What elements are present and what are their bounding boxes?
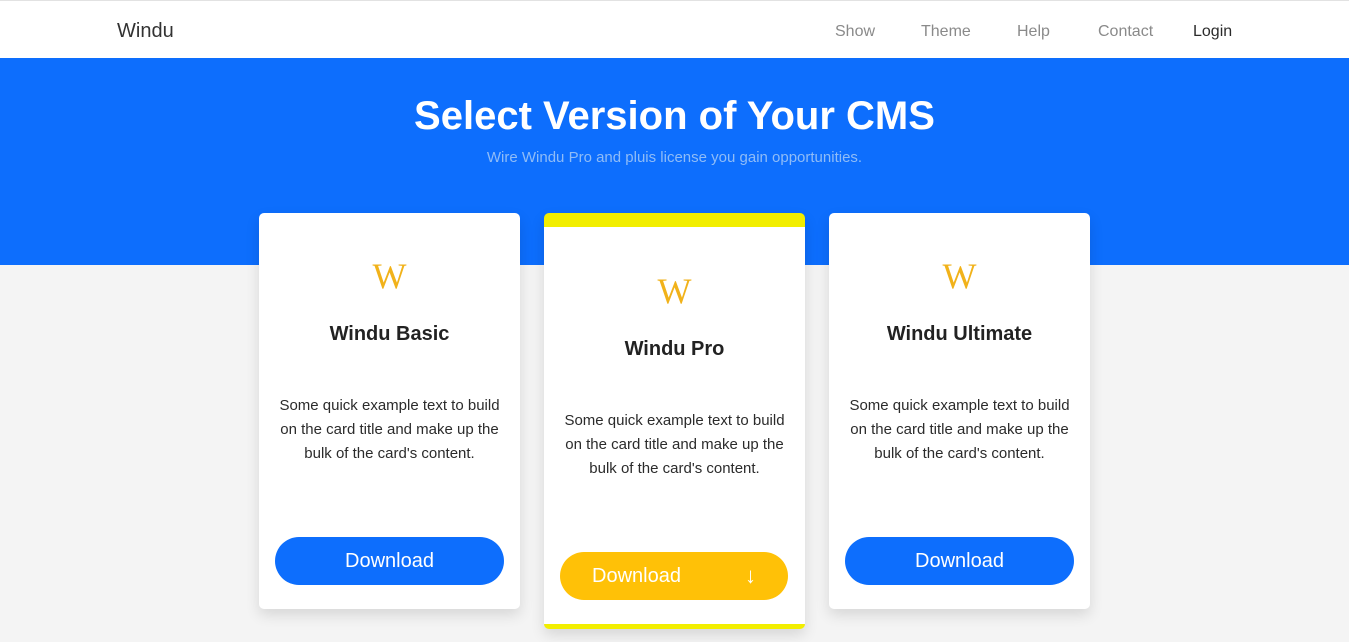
- download-button-ultimate[interactable]: Download: [845, 537, 1074, 585]
- windu-w-logo-icon: W: [372, 256, 407, 296]
- pricing-card-pro: W Windu Pro Some quick example text to b…: [544, 213, 805, 629]
- windu-w-logo-icon: W: [657, 271, 692, 311]
- card-title: Windu Ultimate: [886, 323, 1033, 345]
- card-title: Windu Pro: [624, 338, 725, 360]
- hero-subtitle: Wire Windu Pro and pluis license you gai…: [486, 149, 863, 166]
- arrow-down-icon: ↓: [745, 563, 756, 588]
- card-text: Some quick example text to build on the …: [279, 397, 500, 462]
- card-title: Windu Basic: [329, 323, 450, 345]
- pricing-card-ultimate: W Windu Ultimate Some quick example text…: [829, 213, 1090, 609]
- nav-link-help[interactable]: Help: [1017, 22, 1050, 42]
- nav-link-theme[interactable]: Theme: [921, 22, 971, 42]
- nav-link-login[interactable]: Login: [1193, 22, 1232, 42]
- pricing-card-basic: W Windu Basic Some quick example text to…: [259, 213, 520, 609]
- nav-links: Show Theme Help Contact Login: [0, 22, 1349, 42]
- card-text: Some quick example text to build on the …: [564, 412, 785, 477]
- nav-link-contact[interactable]: Contact: [1098, 22, 1153, 42]
- download-button-label: Download: [592, 565, 681, 587]
- download-button-basic[interactable]: Download: [275, 537, 504, 585]
- card-text: Some quick example text to build on the …: [849, 397, 1070, 462]
- windu-w-logo-icon: W: [942, 256, 977, 296]
- navbar: Windu Show Theme Help Contact Login: [0, 0, 1349, 58]
- nav-link-show[interactable]: Show: [835, 22, 875, 42]
- download-button-pro[interactable]: Download ↓: [560, 552, 788, 600]
- hero-title: Select Version of Your CMS: [414, 94, 935, 138]
